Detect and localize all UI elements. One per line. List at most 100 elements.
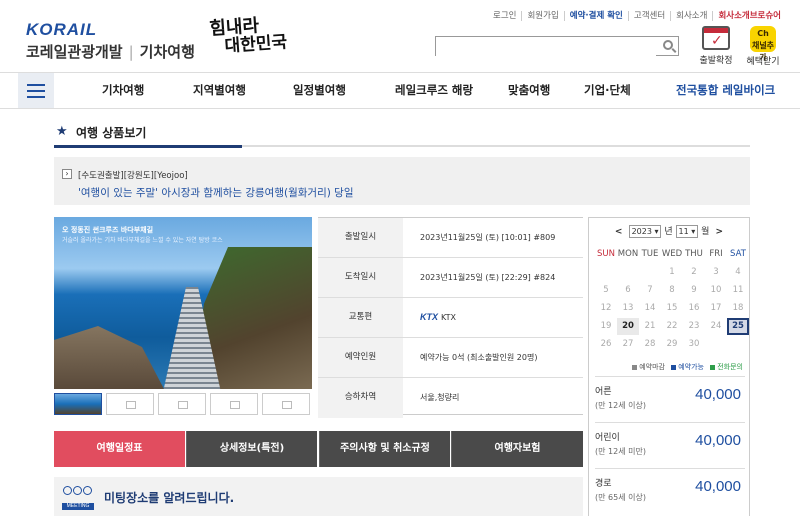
- calendar-day: 26: [600, 339, 612, 349]
- calendar-day: 22: [666, 321, 678, 331]
- logo-en: KORAIL: [26, 20, 98, 39]
- nav-corporate[interactable]: 기업·단체: [584, 73, 631, 108]
- quick-channel-benefit[interactable]: Ch 채널추가 혜택받기: [741, 26, 785, 67]
- page-title: 여행 상품보기: [76, 126, 147, 140]
- trip-info-table: 출발일시 2023년11월25일 (토) [10:01] #809 도착일시 2…: [318, 217, 583, 418]
- meeting-place-section: MEETING 미팅장소를 알려드립니다.: [54, 477, 583, 516]
- thumbnail-2[interactable]: [106, 393, 154, 415]
- prev-month-button[interactable]: <: [612, 227, 626, 237]
- link-reservation-check[interactable]: 예약·결제 확인: [563, 11, 628, 21]
- calendar-day: 13: [622, 303, 634, 313]
- quick-departure-confirmed[interactable]: ✓ 출발확정: [694, 26, 738, 66]
- thumbnail-3[interactable]: [158, 393, 206, 415]
- photo-subcaption: 거슬러 올라가는 기차 바다부채길을 느낄 수 있는 자연 탐방 코스: [62, 237, 223, 244]
- calendar-day: 19: [600, 321, 612, 331]
- search-box: [435, 36, 679, 59]
- price-adult: 어른 (만 12세 이상) 40,000: [595, 386, 741, 410]
- weekday-label: SAT: [730, 249, 746, 259]
- search-icon[interactable]: [663, 40, 673, 50]
- next-month-button[interactable]: >: [712, 227, 726, 237]
- info-row-departure: 출발일시 2023년11월25일 (토) [10:01] #809: [318, 218, 583, 258]
- calendar-day: 21: [644, 321, 656, 331]
- weekday-label: SUN: [597, 249, 615, 259]
- calendar-day-available[interactable]: 25: [727, 318, 749, 335]
- korail-logo[interactable]: KORAIL 코레일관광개발 | 기차여행: [26, 20, 195, 62]
- calendar-day: 17: [710, 303, 722, 313]
- info-row-transport: 교통편 KTX KTX: [318, 298, 583, 338]
- year-select[interactable]: 2023 ▾: [628, 225, 662, 238]
- calendar-day: 9: [691, 285, 697, 295]
- link-customer-center[interactable]: 고객센터: [627, 11, 671, 21]
- nav-train-trip[interactable]: 기차여행: [102, 73, 144, 108]
- calendar-day: 3: [713, 267, 719, 277]
- tab-notice[interactable]: 주의사항 및 취소규정: [319, 431, 450, 467]
- nav-schedule-trip[interactable]: 일정별여행: [293, 73, 346, 108]
- main-nav: 기차여행 지역별여행 일정별여행 레일크루즈 해랑 맞춤여행 기업·단체 전국통…: [0, 72, 800, 109]
- logo-sub: 기차여행: [139, 43, 195, 61]
- meeting-heading: 미팅장소를 알려드립니다.: [104, 491, 235, 505]
- weekday-label: THU: [685, 249, 703, 259]
- calendar-day: 29: [666, 339, 678, 349]
- calendar-day: 27: [622, 339, 634, 349]
- menu-icon[interactable]: [18, 73, 54, 108]
- calendar-day: 23: [688, 321, 700, 331]
- price-child: 어린이 (만 12세 미만) 40,000: [595, 432, 741, 456]
- image-placeholder-icon: [178, 401, 188, 409]
- meeting-icon: MEETING: [62, 486, 94, 510]
- calendar-day: 11: [732, 285, 744, 295]
- image-placeholder-icon: [230, 401, 240, 409]
- weekday-label: FRI: [709, 249, 723, 259]
- calendar-day: 28: [644, 339, 656, 349]
- calendar-day: 12: [600, 303, 612, 313]
- photo-caption: 오 정동진 썬크루즈 바다부채길: [62, 226, 154, 234]
- tab-itinerary[interactable]: 여행일정표: [54, 431, 185, 467]
- month-select[interactable]: 11 ▾: [675, 225, 699, 238]
- tab-details[interactable]: 상세정보(특전): [186, 431, 317, 467]
- title-underline: [54, 145, 750, 148]
- product-photo[interactable]: 오 정동진 썬크루즈 바다부채길 거슬러 올라가는 기차 바다부채길을 느낄 수…: [54, 217, 312, 389]
- ktx-logo-icon: KTX: [420, 312, 438, 322]
- nav-rail-bike[interactable]: 전국통합 레일바이크: [676, 73, 775, 108]
- calendar-day: 4: [735, 267, 741, 277]
- nav-custom-trip[interactable]: 맞춤여행: [508, 73, 550, 108]
- calendar-day: 2: [691, 267, 697, 277]
- tab-insurance[interactable]: 여행자보험: [451, 431, 583, 467]
- product-tags: [수도권출발][강원도][Yeojoo]: [78, 171, 188, 181]
- calendar-day: 24: [710, 321, 722, 331]
- link-signup[interactable]: 회원가입: [521, 11, 564, 21]
- nav-regional-trip[interactable]: 지역별여행: [193, 73, 246, 108]
- calendar-day: 1: [669, 267, 675, 277]
- calendar-day: 10: [710, 285, 722, 295]
- calendar-day: 15: [666, 303, 678, 313]
- calendar-day: 20: [617, 318, 639, 335]
- info-row-seats: 예약인원 예약가능 0석 (최소출발인원 20명): [318, 338, 583, 378]
- thumbnail-5[interactable]: [262, 393, 310, 415]
- calendar-day: 16: [688, 303, 700, 313]
- info-row-stations: 승하차역 서울,청량리: [318, 378, 583, 418]
- calendar-day: 7: [647, 285, 653, 295]
- calendar-day: 6: [625, 285, 631, 295]
- weekday-label: TUE: [641, 249, 659, 259]
- search-input[interactable]: [436, 40, 656, 59]
- image-placeholder-icon: [126, 401, 136, 409]
- calendar-day: 14: [644, 303, 656, 313]
- link-brochure[interactable]: 회사소개브로슈어: [712, 11, 786, 21]
- detail-tabs: 여행일정표 상세정보(특전) 주의사항 및 취소규정 여행자보험: [54, 431, 583, 467]
- kakao-channel-icon: Ch 채널추가: [750, 26, 776, 62]
- photo-thumbnails: [54, 393, 312, 415]
- link-login[interactable]: 로그인: [488, 11, 521, 21]
- weekday-label: WED: [661, 249, 683, 259]
- link-company[interactable]: 회사소개: [670, 11, 713, 21]
- info-row-arrival: 도착일시 2023년11월25일 (토) [22:29] #824: [318, 258, 583, 298]
- calendar-day: 5: [603, 285, 609, 295]
- booking-calendar: < 2023 ▾ 년 11 ▾ 월 > SUN MON TUE WED THU FRI SA…: [588, 217, 750, 516]
- calendar-day: 18: [732, 303, 744, 313]
- image-placeholder-icon: [282, 401, 292, 409]
- thumbnail-1[interactable]: [54, 393, 102, 415]
- campaign-calligraphy: 힘내라 대한민국: [208, 15, 288, 57]
- price-senior: 경로 (만 65세 이상) 40,000: [595, 478, 741, 502]
- top-links: 로그인 회원가입 예약·결제 확인 고객센터 회사소개 회사소개브로슈어: [488, 9, 786, 21]
- site-header: KORAIL 코레일관광개발 | 기차여행 힘내라 대한민국 로그인 회원가입 예약·결…: [0, 0, 800, 72]
- nav-rail-cruise[interactable]: 레일크루즈 해랑: [395, 73, 473, 108]
- thumbnail-4[interactable]: [210, 393, 258, 415]
